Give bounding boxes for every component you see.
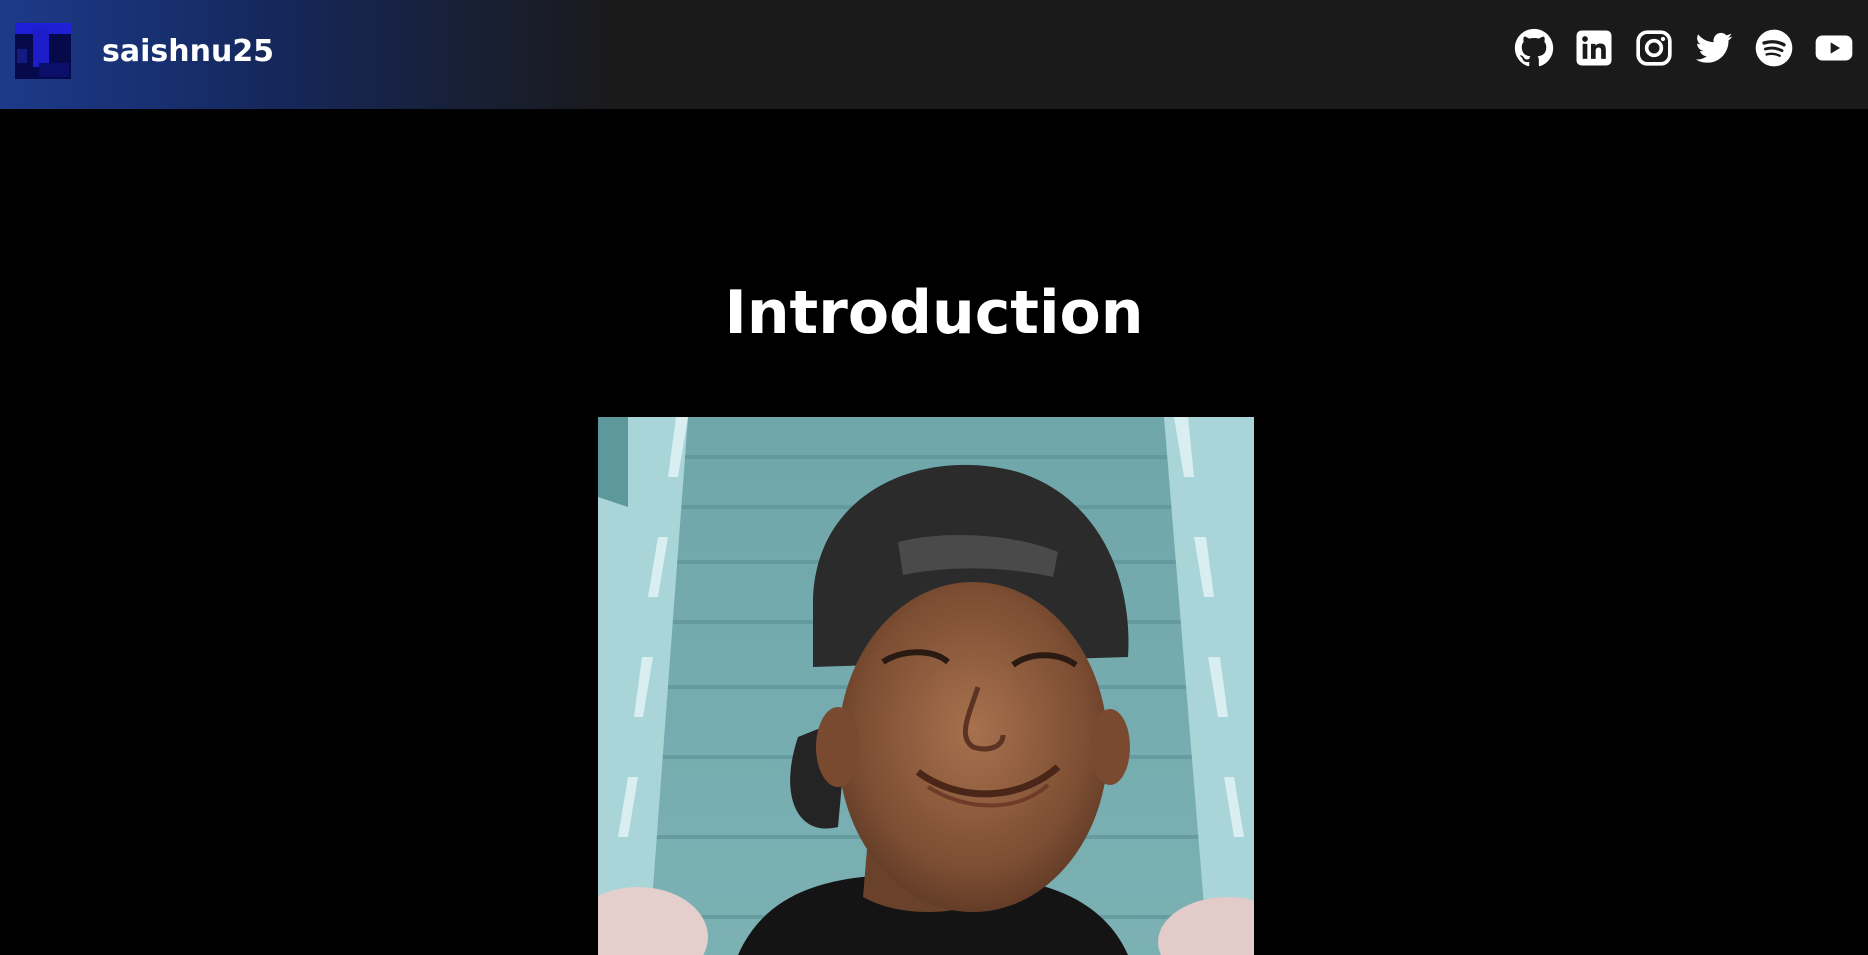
linkedin-icon[interactable] xyxy=(1574,27,1614,69)
social-links xyxy=(1514,26,1854,70)
github-icon[interactable] xyxy=(1514,27,1554,69)
profile-photo xyxy=(598,417,1254,955)
header-gradient xyxy=(0,0,620,109)
profile-photo-illustration xyxy=(598,417,1254,955)
youtube-icon[interactable] xyxy=(1814,27,1854,69)
page-title: Introduction xyxy=(724,278,1144,348)
spotify-icon[interactable] xyxy=(1754,27,1794,69)
site-header: saishnu25 xyxy=(0,0,1868,109)
instagram-icon[interactable] xyxy=(1634,27,1674,69)
main-content: Introduction xyxy=(0,109,1868,955)
site-logo[interactable] xyxy=(15,23,71,79)
twitter-icon[interactable] xyxy=(1694,27,1734,69)
site-title[interactable]: saishnu25 xyxy=(102,34,274,70)
